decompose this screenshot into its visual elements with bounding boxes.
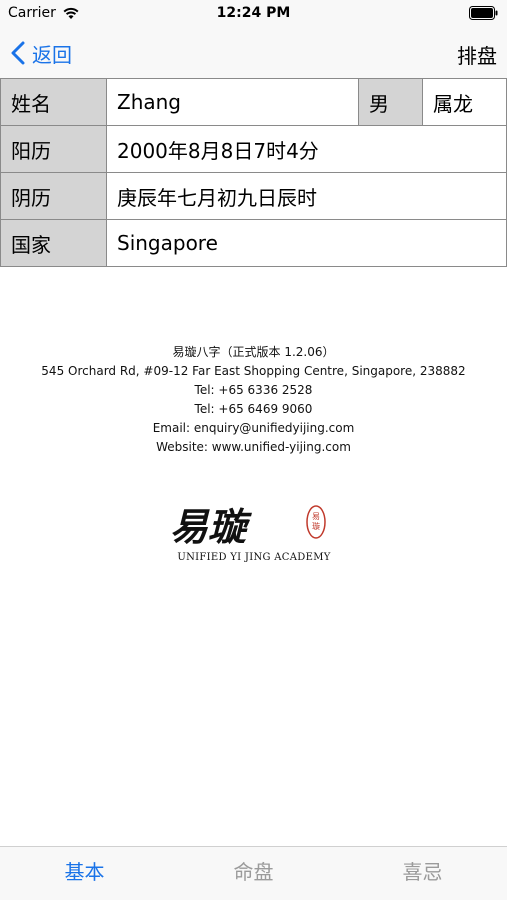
- tab-chart[interactable]: 命盘: [169, 847, 338, 900]
- address-text: 545 Orchard Rd, #09-12 Far East Shopping…: [41, 364, 466, 378]
- academy-logo: 易璇 易 璇 UNIFIED YI JING ACADEMY: [170, 504, 330, 563]
- tab-basic[interactable]: 基本: [0, 847, 169, 900]
- status-bar: Carrier 12:24 PM: [0, 0, 507, 27]
- svg-text:易璇: 易璇: [170, 504, 252, 549]
- chevron-left-icon: [11, 41, 25, 65]
- name-label: 姓名: [0, 78, 107, 126]
- table-row: 阳历 2000年8月8日7时4分: [0, 125, 507, 173]
- status-time: 12:24 PM: [216, 5, 291, 21]
- name-value[interactable]: Zhang: [106, 78, 359, 126]
- svg-text:易: 易: [312, 512, 320, 521]
- zodiac-value: 属龙: [422, 78, 507, 126]
- svg-text:UNIFIED YI JING ACADEMY: UNIFIED YI JING ACADEMY: [177, 552, 330, 563]
- back-label: 返回: [32, 42, 72, 67]
- table-row: 国家 Singapore: [0, 219, 507, 267]
- svg-text:璇: 璇: [312, 521, 320, 531]
- table-row: 阴历 庚辰年七月初九日辰时: [0, 172, 507, 220]
- phone-text: Tel: +65 6336 2528: [194, 383, 313, 397]
- profile-table: 姓名 Zhang 男 属龙 阳历 2000年8月8日7时4分 阴历 庚辰年七月初…: [0, 78, 507, 267]
- website-text: Website: www.unified-yijing.com: [156, 440, 351, 454]
- company-info: 易璇八字（正式版本 1.2.06） 545 Orchard Rd, #09-12…: [0, 343, 507, 457]
- country-label: 国家: [0, 219, 107, 267]
- country-value[interactable]: Singapore: [106, 219, 507, 267]
- email-text: Email: enquiry@unifiedyijing.com: [152, 421, 355, 435]
- tab-favorable[interactable]: 喜忌: [338, 847, 507, 900]
- arrange-chart-button[interactable]: 排盘: [457, 40, 497, 69]
- solar-date-value[interactable]: 2000年8月8日7时4分: [106, 125, 507, 173]
- nav-bar: 返回 排盘: [0, 27, 507, 79]
- tab-bar: 基本 命盘 喜忌: [0, 846, 507, 900]
- table-row: 姓名 Zhang 男 属龙: [0, 78, 507, 126]
- lunar-date-value: 庚辰年七月初九日辰时: [106, 172, 507, 220]
- back-button[interactable]: 返回: [10, 39, 72, 67]
- gender-value[interactable]: 男: [358, 78, 423, 126]
- solar-date-label: 阳历: [0, 125, 107, 173]
- battery-icon: [469, 6, 498, 20]
- phone-text: Tel: +65 6469 9060: [194, 402, 313, 416]
- app-version-text: 易璇八字（正式版本 1.2.06）: [172, 345, 335, 359]
- lunar-date-label: 阴历: [0, 172, 107, 220]
